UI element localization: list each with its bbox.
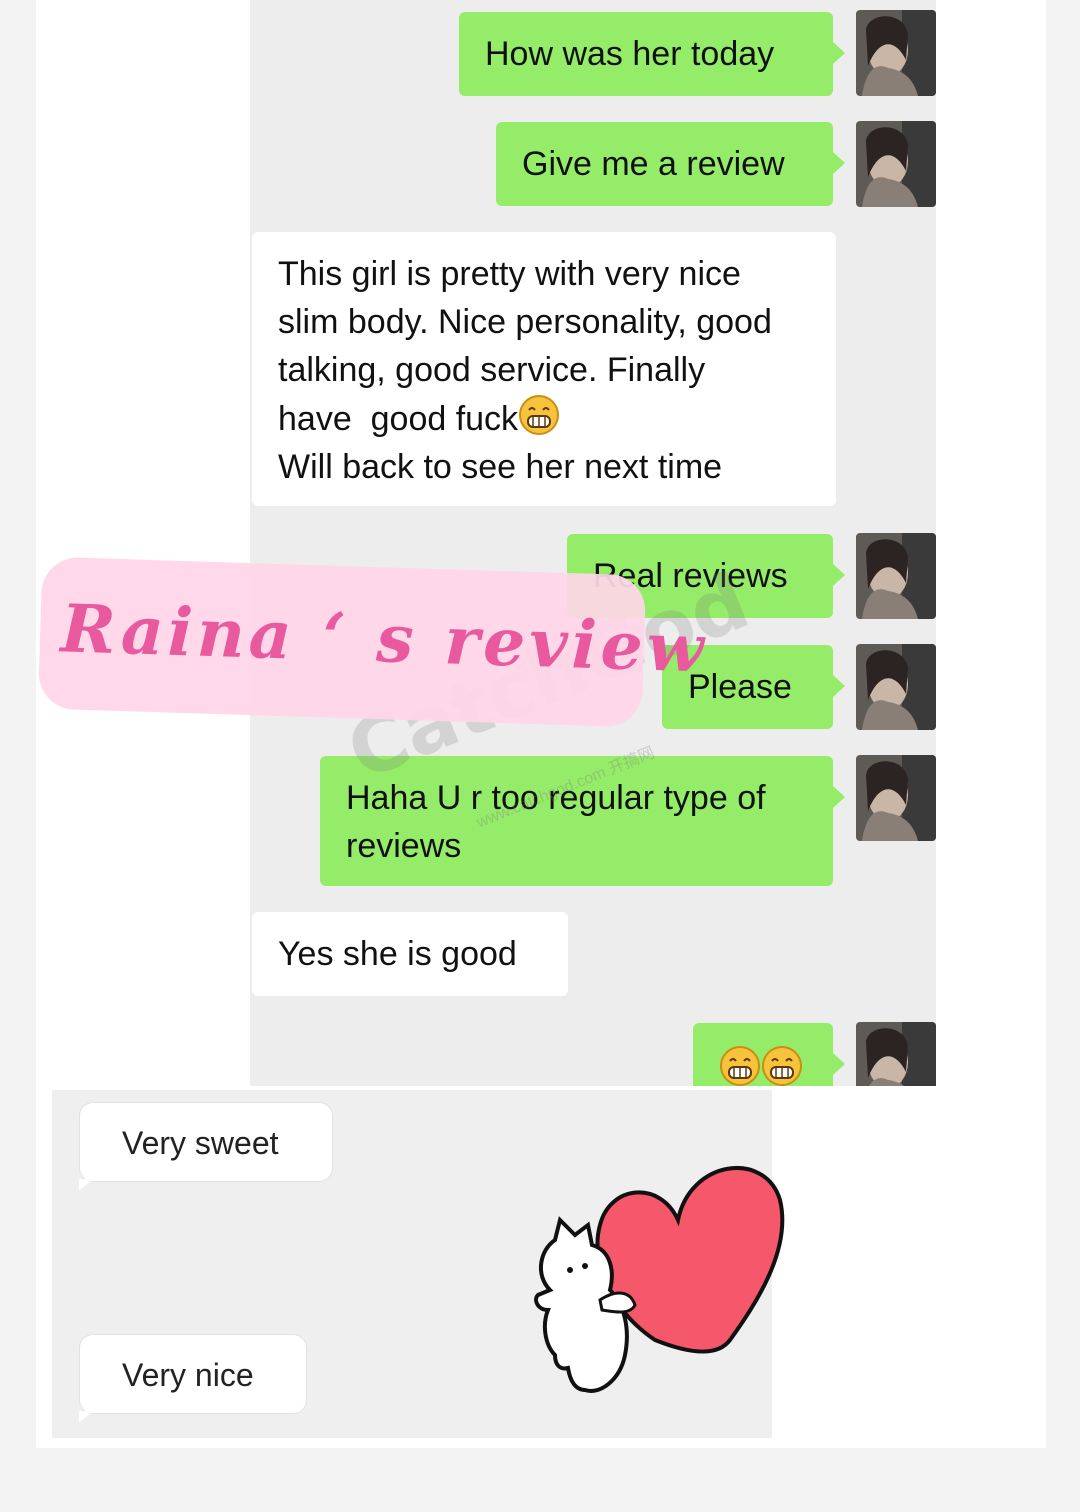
contact-avatar[interactable] (856, 644, 936, 730)
message-text: Yes she is good (278, 935, 517, 973)
grinning-face-emoji (518, 394, 560, 436)
incoming-message-bubble[interactable]: Yes she is good (252, 912, 568, 996)
incoming-message-bubble[interactable]: Very nice (79, 1334, 307, 1423)
screenshot-canvas: How was her today Give me a review This … (0, 0, 1080, 1512)
message-text-line: This girl is pretty with very nice (278, 255, 741, 293)
message-text-line: Will back to see her next time (278, 448, 723, 486)
message-text: Very sweet (122, 1125, 279, 1161)
outgoing-emoji-bubble[interactable] (693, 1023, 845, 1086)
contact-avatar[interactable] (856, 533, 936, 619)
cat-eye (567, 1267, 573, 1273)
cat-holding-heart-sticker[interactable] (530, 1140, 790, 1402)
grinning-face-emoji (761, 1045, 803, 1086)
cat-paw (598, 1291, 637, 1314)
incoming-message-bubble[interactable]: This girl is pretty with very nice slim … (252, 232, 836, 506)
grinning-face-emoji (719, 1045, 761, 1086)
contact-avatar[interactable] (856, 1022, 936, 1086)
message-text-line: reviews (346, 827, 462, 865)
message-text-line: have good fuck (278, 394, 836, 443)
outgoing-message-bubble[interactable]: How was her today (459, 12, 845, 96)
review-label-text: Raina ‘ s review (59, 589, 709, 688)
message-text-line: slim body. Nice personality, good (278, 303, 772, 341)
message-text: Very nice (122, 1357, 254, 1393)
contact-avatar[interactable] (856, 10, 936, 96)
message-text-line: talking, good service. Finally (278, 351, 706, 389)
contact-avatar[interactable] (856, 755, 936, 841)
message-text: How was her today (485, 35, 775, 73)
cat-eye (582, 1263, 588, 1269)
outgoing-message-bubble[interactable]: Give me a review (496, 122, 845, 206)
chat-screenshot: How was her today Give me a review This … (250, 0, 936, 1086)
message-text: Give me a review (522, 145, 785, 183)
incoming-message-bubble[interactable]: Very sweet (79, 1102, 333, 1191)
contact-avatar[interactable] (856, 121, 936, 207)
message-text: have good fuck (278, 400, 519, 438)
